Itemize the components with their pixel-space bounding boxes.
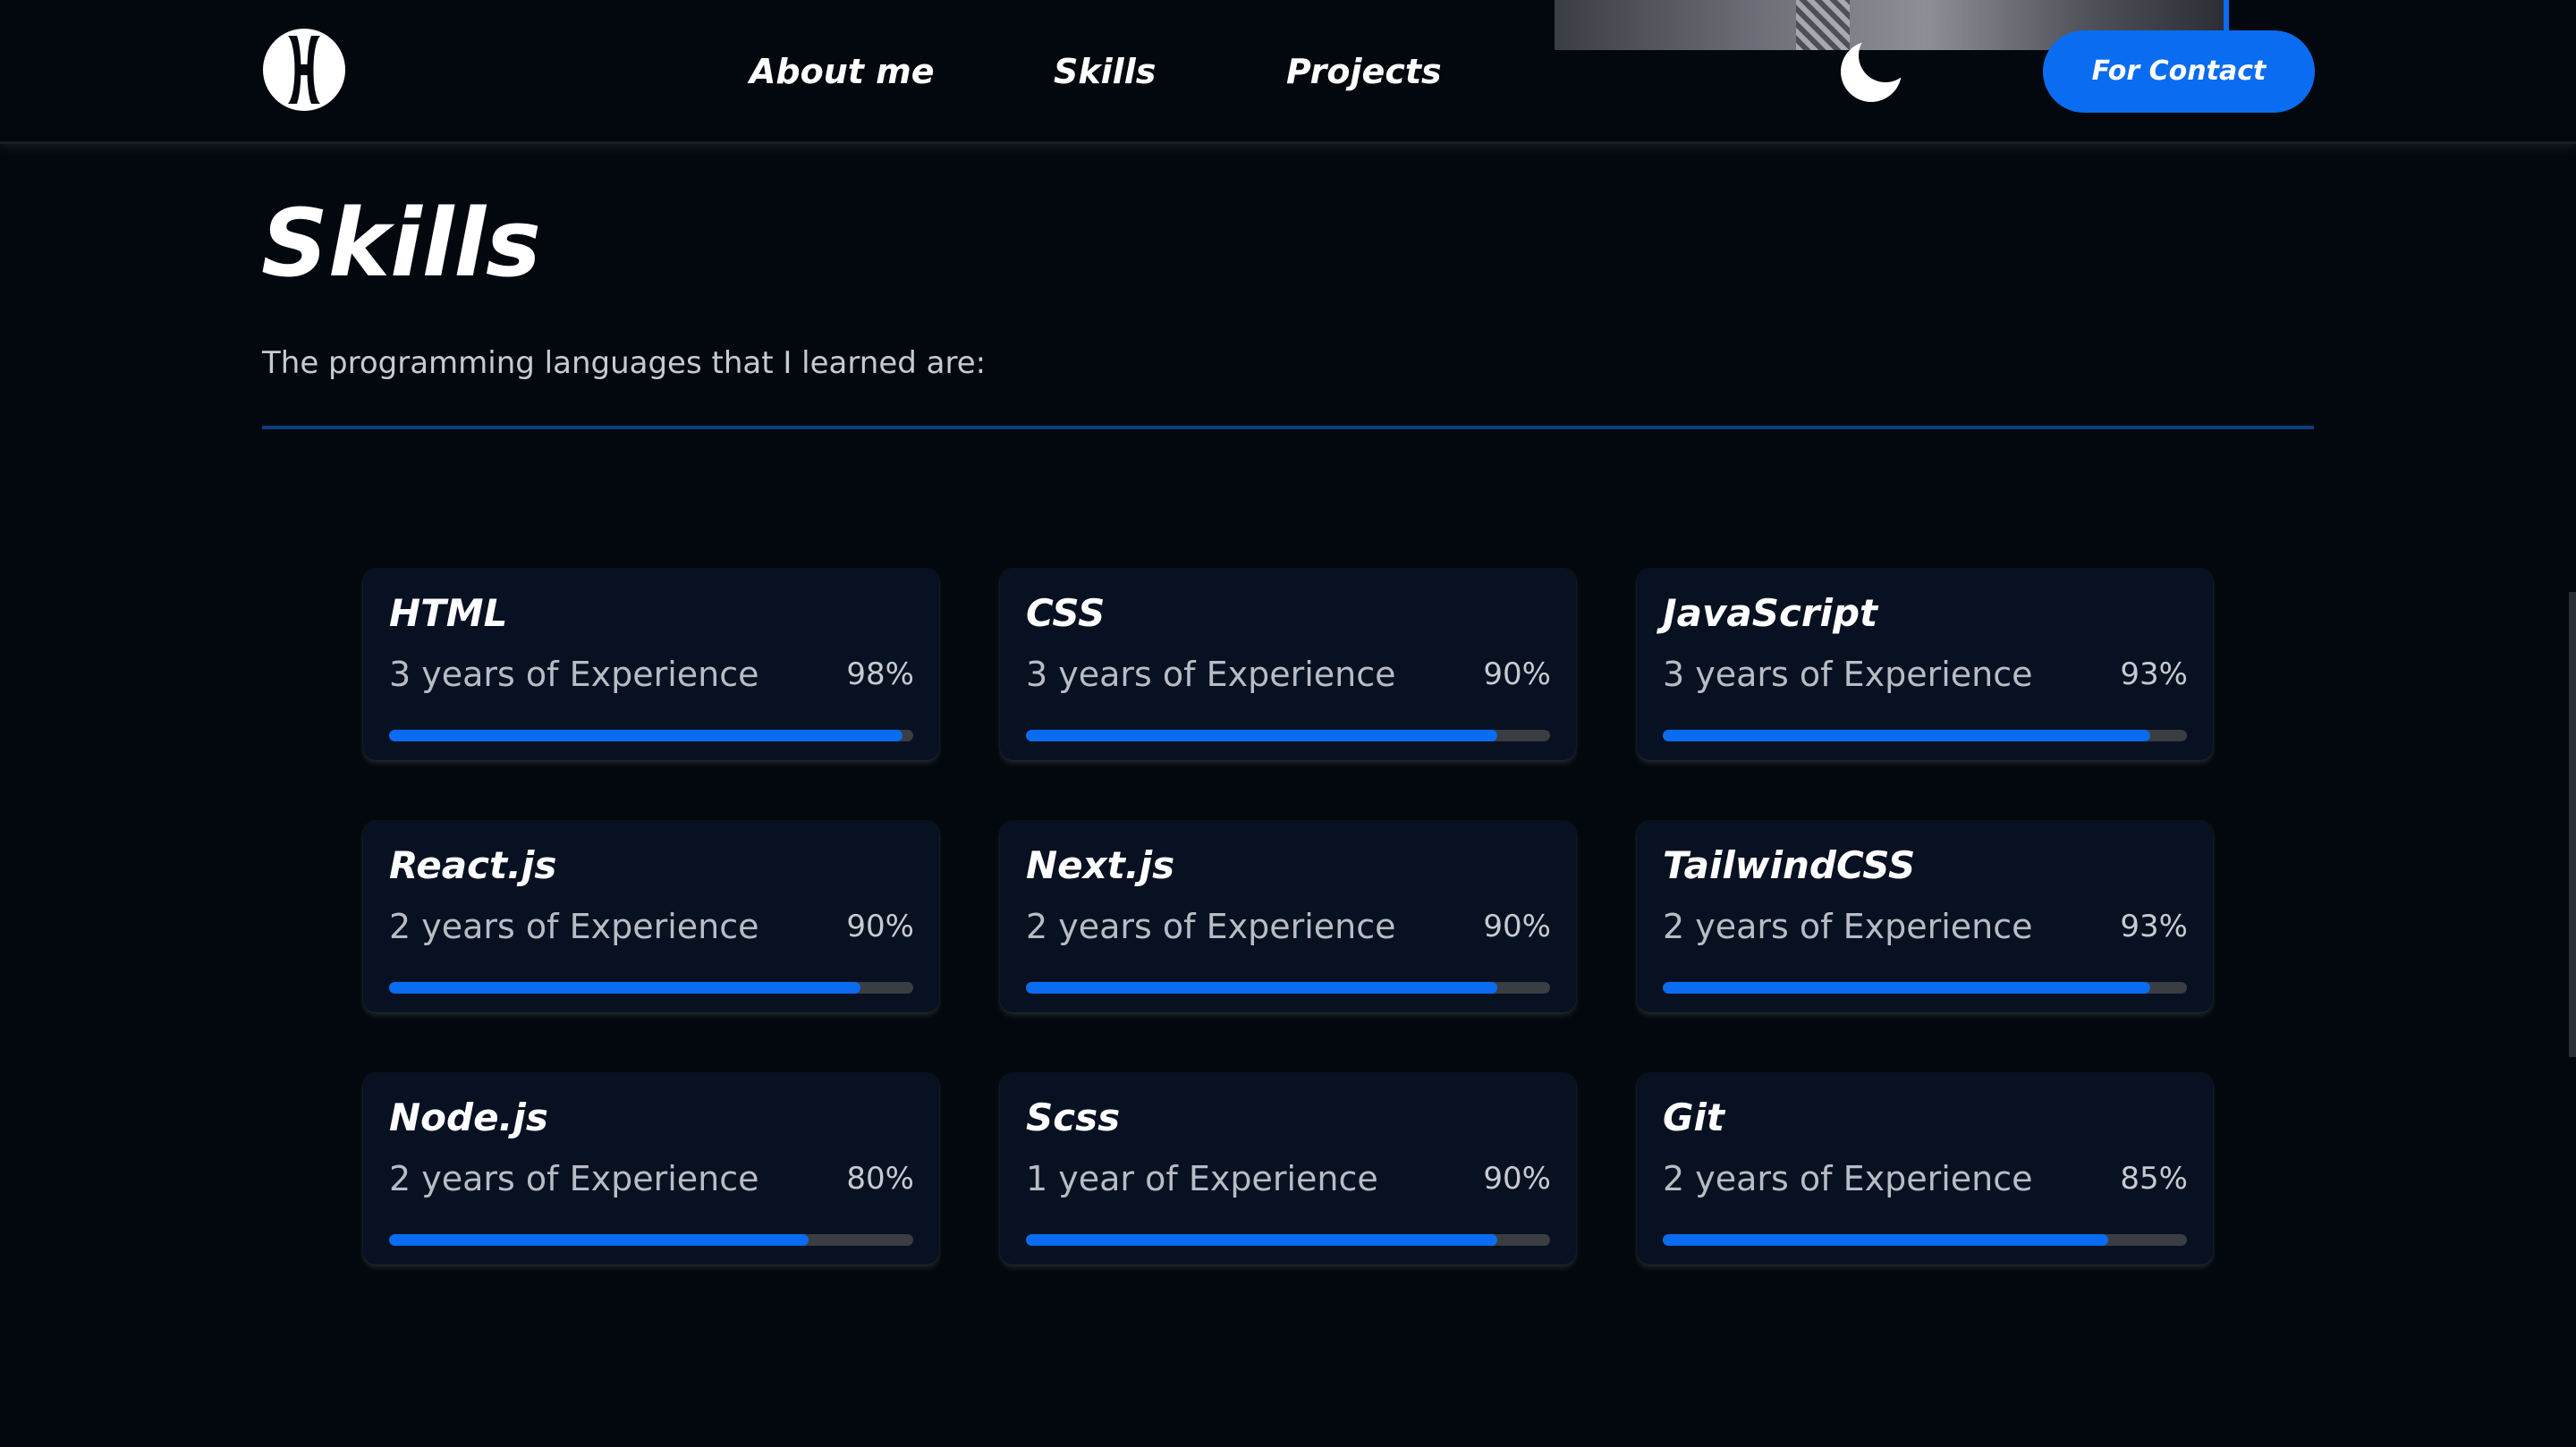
skill-percent: 98%: [846, 656, 914, 692]
nav-link-projects[interactable]: Projects: [1286, 47, 1442, 97]
nav-link-about[interactable]: About me: [750, 47, 935, 97]
skill-progress-track: [389, 1234, 913, 1246]
section-divider: [262, 426, 2314, 429]
skill-progress-fill: [1663, 982, 2150, 994]
skill-experience: 2 years of Experience: [389, 1159, 759, 1198]
skill-experience: 2 years of Experience: [1663, 907, 2033, 946]
skill-experience: 3 years of Experience: [1663, 655, 2033, 694]
skill-card: Git 2 years of Experience 85%: [1637, 1073, 2213, 1265]
skill-progress-track: [1663, 1234, 2187, 1246]
skill-name: JavaScript: [1663, 591, 1878, 635]
skill-progress-fill: [1026, 730, 1498, 741]
skill-progress-fill: [389, 730, 903, 741]
skill-card: Scss 1 year of Experience 90%: [1000, 1073, 1576, 1265]
skill-percent: 85%: [2120, 1161, 2188, 1197]
skill-card: Node.js 2 years of Experience 80%: [363, 1073, 939, 1265]
skill-progress-track: [1026, 1234, 1550, 1246]
skill-progress-fill: [1663, 1234, 2109, 1246]
skill-progress-fill: [1026, 982, 1498, 994]
skill-percent: 93%: [2120, 656, 2188, 692]
skill-progress-track: [1026, 982, 1550, 994]
moon-icon[interactable]: [1837, 32, 1909, 104]
skill-percent: 90%: [1483, 656, 1551, 692]
page-title: Skills: [261, 189, 541, 298]
skill-name: TailwindCSS: [1663, 843, 1916, 887]
skill-name: Git: [1663, 1096, 1724, 1139]
skill-experience: 1 year of Experience: [1026, 1159, 1378, 1198]
skills-grid: HTML 3 years of Experience 98% CSS 3 yea…: [363, 569, 2213, 1265]
skill-card: JavaScript 3 years of Experience 93%: [1637, 569, 2213, 760]
skill-percent: 90%: [846, 909, 914, 944]
skill-name: Node.js: [389, 1096, 548, 1139]
skill-experience: 3 years of Experience: [1026, 655, 1396, 694]
page-subtitle: The programming languages that I learned…: [262, 345, 987, 381]
skill-card: Next.js 2 years of Experience 90%: [1000, 821, 1576, 1012]
skill-experience: 2 years of Experience: [1026, 907, 1396, 946]
skill-experience: 2 years of Experience: [1663, 1159, 2033, 1198]
skill-progress-track: [1026, 730, 1550, 741]
skill-card: TailwindCSS 2 years of Experience 93%: [1637, 821, 2213, 1012]
skill-experience: 2 years of Experience: [389, 907, 759, 946]
skill-progress-fill: [1026, 1234, 1498, 1246]
skill-progress-fill: [389, 982, 861, 994]
skill-card: HTML 3 years of Experience 98%: [363, 569, 939, 760]
skill-percent: 93%: [2120, 909, 2188, 944]
skill-percent: 80%: [846, 1161, 914, 1197]
nav-link-skills[interactable]: Skills: [1054, 47, 1156, 97]
skill-progress-track: [1663, 982, 2187, 994]
skill-card: CSS 3 years of Experience 90%: [1000, 569, 1576, 760]
skill-progress-fill: [1663, 730, 2150, 741]
skill-name: Scss: [1026, 1096, 1121, 1139]
scrollbar-thumb[interactable]: [2569, 592, 2576, 1057]
site-header: About me Skills Projects For Contact: [0, 0, 2576, 144]
skill-name: CSS: [1026, 591, 1106, 635]
skill-name: HTML: [389, 591, 508, 635]
skill-progress-track: [1663, 730, 2187, 741]
skill-percent: 90%: [1483, 1161, 1551, 1197]
skill-name: React.js: [389, 843, 557, 887]
skill-experience: 3 years of Experience: [389, 655, 759, 694]
skill-progress-track: [389, 982, 913, 994]
skill-card: React.js 2 years of Experience 90%: [363, 821, 939, 1012]
skill-percent: 90%: [1483, 909, 1551, 944]
skill-progress-track: [389, 730, 913, 741]
skill-name: Next.js: [1026, 843, 1175, 887]
skill-progress-fill: [389, 1234, 809, 1246]
contact-button[interactable]: For Contact: [2043, 30, 2315, 113]
